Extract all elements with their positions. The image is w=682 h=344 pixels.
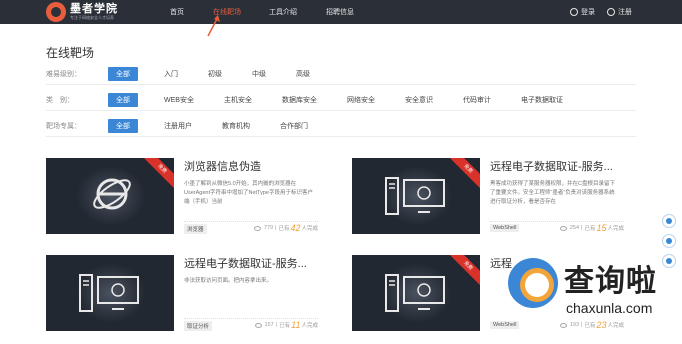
filter-option[interactable]: 初级 bbox=[200, 67, 230, 81]
nav-tools[interactable]: 工具介绍 bbox=[269, 7, 297, 17]
filter-option[interactable]: 主机安全 bbox=[216, 93, 260, 107]
computer-icon bbox=[385, 177, 445, 215]
done-suffix: 人完成 bbox=[301, 226, 318, 232]
card-tag[interactable]: WebShell bbox=[490, 224, 520, 232]
view-count: 157 bbox=[264, 322, 274, 328]
register-label: 注册 bbox=[618, 9, 632, 16]
logo-icon bbox=[46, 2, 66, 22]
register-button[interactable]: 注册 bbox=[607, 7, 632, 17]
done-prefix: 已有 bbox=[278, 226, 290, 232]
top-navbar: 墨者学院 专注于网络安全人才培养 首页 在线靶场 工具介绍 招聘信息 登录 注册 bbox=[0, 0, 682, 24]
filter-option[interactable]: 代码审计 bbox=[455, 93, 499, 107]
site-logo[interactable]: 墨者学院 专注于网络安全人才培养 bbox=[46, 2, 118, 22]
card-description: 黑客成功获得了某服务器权限，并在C盘根目录留下了重要文件。安全工程师“墨者”负责… bbox=[490, 181, 615, 205]
filter-row-access: 靶场专属： 全部 注册用户 教育机构 合作部门 bbox=[46, 115, 636, 137]
filter-option[interactable]: 合作部门 bbox=[272, 119, 316, 133]
card-description: 非法获取访问页面。把内容拿出来。 bbox=[184, 278, 273, 284]
range-card[interactable]: 免费 浏览器信息伪造 小墨了解到从微信5.0开始，其内嵌的浏览器在UserAge… bbox=[46, 158, 318, 234]
view-count: 254 bbox=[569, 225, 580, 231]
card-thumbnail[interactable]: 免费 bbox=[352, 255, 480, 331]
search-icon bbox=[508, 258, 558, 308]
card-title[interactable]: 浏览器信息伪造 bbox=[184, 158, 261, 174]
watermark-logo: 查询啦 chaxunla.com bbox=[508, 256, 680, 336]
card-stats: 254 | 已有 15 人完成 bbox=[559, 223, 624, 233]
eye-icon bbox=[254, 322, 262, 328]
card-title[interactable]: 远程电子数据取证-服务... bbox=[184, 255, 307, 271]
watermark-text: 查询啦 bbox=[564, 265, 657, 298]
filter-row-category: 类 别： 全部 WEB安全 主机安全 数据库安全 网络安全 安全意识 代码审计 … bbox=[46, 89, 636, 111]
browser-icon bbox=[93, 178, 131, 210]
filter-option[interactable]: 教育机构 bbox=[214, 119, 258, 133]
done-suffix: 人完成 bbox=[301, 323, 318, 329]
card-stats: 157 | 已有 11 人完成 bbox=[254, 320, 318, 330]
logo-name: 墨者学院 bbox=[70, 3, 118, 15]
filter-option[interactable]: 网络安全 bbox=[339, 93, 383, 107]
filter-option[interactable]: WEB安全 bbox=[156, 93, 202, 107]
eye-icon bbox=[559, 225, 567, 231]
filter-label: 难易级别： bbox=[46, 70, 81, 78]
completed-count: 42 bbox=[290, 223, 301, 233]
login-button[interactable]: 登录 bbox=[570, 7, 595, 17]
view-count: 779 bbox=[263, 225, 274, 231]
nav-jobs[interactable]: 招聘信息 bbox=[326, 7, 354, 17]
card-thumbnail[interactable] bbox=[46, 255, 174, 331]
range-card[interactable]: 免费 远程电子数据取证-服务... 黑客成功获得了某服务器权限，并在C盘根目录留… bbox=[352, 158, 624, 234]
filter-option[interactable]: 全部 bbox=[108, 118, 138, 133]
card-title[interactable]: 远程电子数据取证-服务... bbox=[490, 158, 613, 174]
nav-home[interactable]: 首页 bbox=[170, 7, 184, 17]
card-tag[interactable]: 浏览器 bbox=[184, 224, 207, 234]
card-thumbnail[interactable]: 免费 bbox=[46, 158, 174, 234]
login-label: 登录 bbox=[581, 9, 595, 16]
card-thumbnail[interactable]: 免费 bbox=[352, 158, 480, 234]
done-prefix: 已有 bbox=[279, 323, 291, 329]
filter-option[interactable]: 电子数据取证 bbox=[513, 93, 571, 107]
done-prefix: 已有 bbox=[584, 226, 596, 232]
user-icon bbox=[570, 8, 578, 16]
filter-label: 靶场专属： bbox=[46, 122, 81, 130]
completed-count: 11 bbox=[291, 320, 301, 330]
range-card[interactable]: 远程电子数据取证-服务... 非法获取访问页面。把内容拿出来。 取证分析 157… bbox=[46, 255, 318, 331]
done-suffix: 人完成 bbox=[607, 226, 624, 232]
filter-option[interactable]: 入门 bbox=[156, 67, 186, 81]
filter-row-difficulty: 难易级别： 全部 入门 初级 中级 高级 bbox=[46, 63, 636, 85]
filter-option[interactable]: 全部 bbox=[108, 92, 138, 107]
card-description: 小墨了解到从微信5.0开始，其内嵌的浏览器在UserAgent字符串中增加了Ne… bbox=[184, 181, 313, 205]
computer-icon bbox=[79, 274, 139, 312]
edit-icon bbox=[607, 8, 615, 16]
annotation-arrow-icon bbox=[207, 15, 220, 37]
filter-option[interactable]: 中级 bbox=[244, 67, 274, 81]
filter-option[interactable]: 安全意识 bbox=[397, 93, 441, 107]
filter-option[interactable]: 高级 bbox=[288, 67, 318, 81]
card-tag[interactable]: 取证分析 bbox=[184, 321, 213, 331]
filter-option[interactable]: 数据库安全 bbox=[274, 93, 325, 107]
side-tool-qq-icon[interactable] bbox=[662, 214, 676, 228]
page-title: 在线靶场 bbox=[46, 46, 95, 60]
card-stats: 779 | 已有 42 人完成 bbox=[253, 223, 318, 233]
filter-option[interactable]: 全部 bbox=[108, 66, 138, 81]
completed-count: 15 bbox=[596, 223, 607, 233]
logo-tagline: 专注于网络安全人才培养 bbox=[70, 15, 114, 20]
filter-option[interactable]: 注册用户 bbox=[156, 119, 200, 133]
eye-icon bbox=[253, 225, 261, 231]
side-tool-heart-icon[interactable] bbox=[662, 234, 676, 248]
filter-label: 类 别： bbox=[46, 96, 74, 104]
computer-icon bbox=[385, 274, 445, 312]
watermark-url: chaxunla.com bbox=[566, 300, 653, 316]
